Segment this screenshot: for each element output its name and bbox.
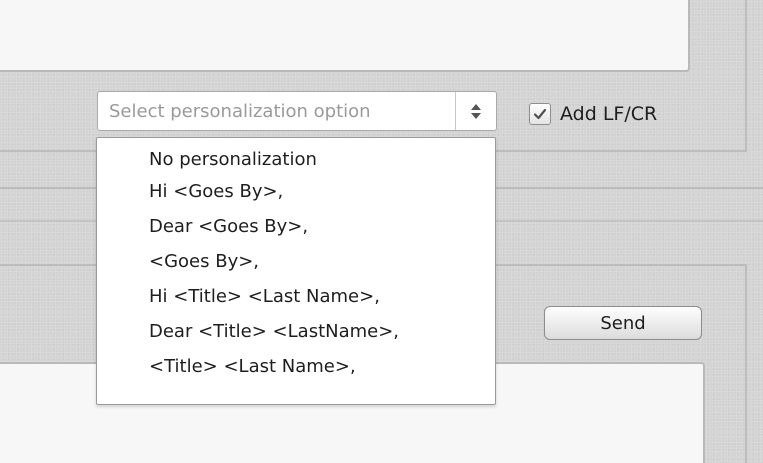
- chevron-up-icon: [471, 103, 481, 110]
- personalization-select[interactable]: Select personalization option: [97, 91, 497, 131]
- dropdown-option[interactable]: <Title> <Last Name>,: [137, 348, 495, 385]
- panel-divider: [745, 264, 747, 463]
- chevron-down-icon: [471, 112, 481, 119]
- checkbox-box[interactable]: [529, 103, 551, 125]
- personalization-dropdown-list: No personalization Hi <Goes By>, Dear <G…: [96, 137, 496, 405]
- send-button[interactable]: Send: [544, 306, 702, 340]
- dropdown-option[interactable]: No personalization: [137, 144, 495, 175]
- dropdown-option[interactable]: Hi <Goes By>,: [137, 173, 495, 210]
- checkmark-icon: [533, 108, 547, 120]
- dropdown-option[interactable]: Dear <Goes By>,: [137, 208, 495, 245]
- add-lf-cr-label: Add LF/CR: [560, 103, 658, 125]
- dropdown-option[interactable]: Hi <Title> <Last Name>,: [137, 278, 495, 315]
- dropdown-option[interactable]: Dear <Title> <LastName>,: [137, 313, 495, 350]
- dropdown-option[interactable]: <Goes By>,: [137, 243, 495, 280]
- add-lf-cr-checkbox[interactable]: Add LF/CR: [529, 101, 657, 127]
- spinner-arrows-icon[interactable]: [455, 92, 496, 130]
- panel-divider: [745, 0, 747, 150]
- personalization-select-value: Select personalization option: [109, 100, 371, 122]
- message-text-area-top[interactable]: [0, 0, 690, 72]
